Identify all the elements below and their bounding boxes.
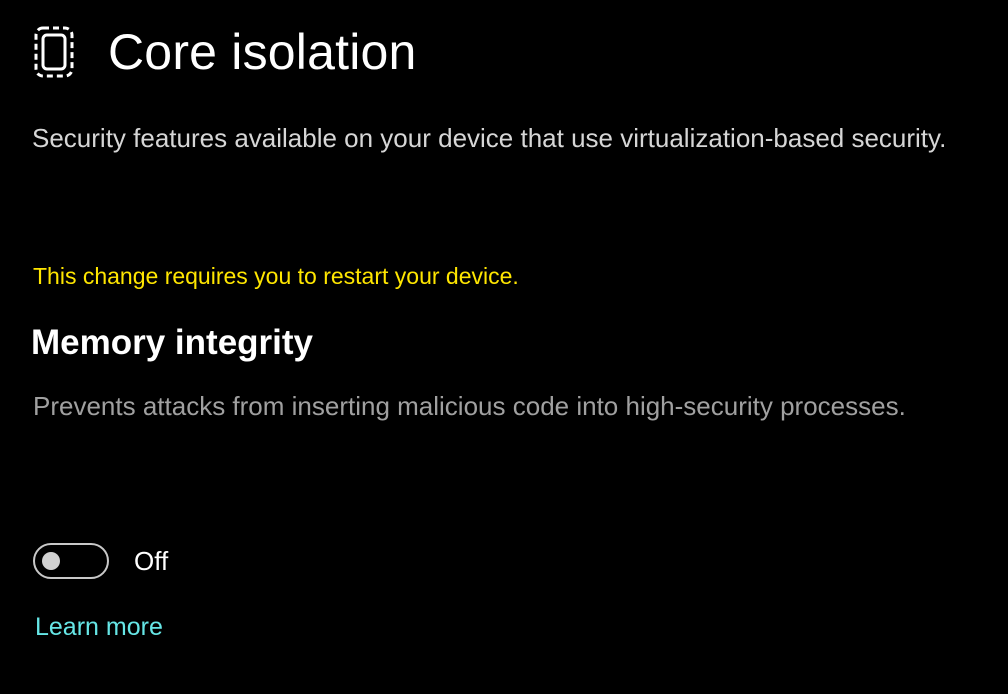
memory-integrity-toggle[interactable] bbox=[33, 543, 109, 579]
page-description: Security features available on your devi… bbox=[32, 123, 947, 153]
toggle-knob bbox=[42, 552, 60, 570]
page-title: Core isolation bbox=[108, 24, 417, 80]
restart-warning: This change requires you to restart your… bbox=[33, 263, 519, 289]
memory-integrity-description: Prevents attacks from inserting maliciou… bbox=[33, 391, 906, 421]
toggle-state-label: Off bbox=[134, 545, 169, 576]
page-header: Core isolation bbox=[30, 22, 417, 82]
learn-more-link[interactable]: Learn more bbox=[35, 610, 163, 644]
core-isolation-chip-icon bbox=[34, 26, 74, 78]
memory-integrity-title: Memory integrity bbox=[31, 323, 313, 362]
memory-integrity-toggle-row: Off bbox=[33, 543, 168, 579]
